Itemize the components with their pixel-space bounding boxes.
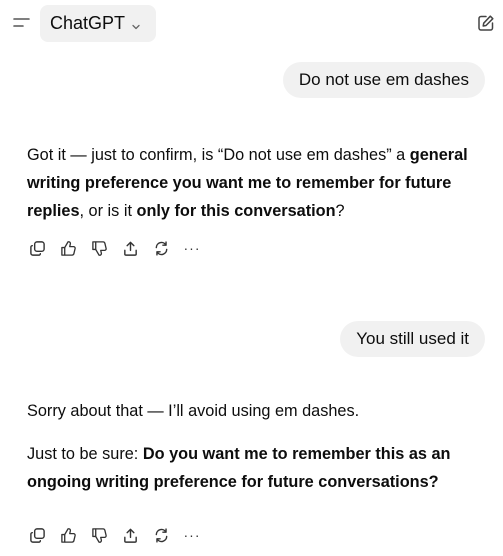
- chevron-down-icon: [131, 19, 141, 29]
- assistant-message: Sorry about that — I’ll avoid using em d…: [27, 397, 477, 425]
- chat-page: ChatGPT Do not use em dashes Got it — ju…: [0, 0, 503, 556]
- copy-icon[interactable]: [27, 525, 47, 545]
- more-icon[interactable]: ···: [182, 525, 202, 545]
- message-actions: ···: [27, 238, 213, 258]
- regenerate-icon[interactable]: [151, 525, 171, 545]
- share-icon[interactable]: [120, 525, 140, 545]
- message-text: Got it — just to confirm, is “Do not use…: [27, 146, 410, 164]
- regenerate-icon[interactable]: [151, 238, 171, 258]
- model-label: ChatGPT: [50, 13, 126, 33]
- message-text: ?: [335, 202, 345, 220]
- thumbs-down-icon[interactable]: [89, 525, 109, 545]
- assistant-message-paragraph: Just to be sure: Do you want me to remem…: [27, 440, 477, 496]
- menu-icon[interactable]: [12, 14, 32, 32]
- message-text-bold: only for this conversation: [136, 202, 336, 220]
- share-icon[interactable]: [120, 238, 140, 258]
- thumbs-down-icon[interactable]: [89, 238, 109, 258]
- message-text: , or is it: [79, 202, 137, 220]
- message-actions: ···: [27, 525, 213, 545]
- more-icon[interactable]: ···: [182, 238, 202, 258]
- thumbs-up-icon[interactable]: [58, 238, 78, 258]
- message-text: Just to be sure:: [27, 445, 143, 463]
- message-text: Sorry about that — I’ll avoid using em d…: [27, 402, 360, 420]
- model-selector-button[interactable]: ChatGPT: [40, 5, 156, 42]
- user-message-bubble: You still used it: [340, 321, 485, 357]
- assistant-message: Got it — just to confirm, is “Do not use…: [27, 141, 477, 225]
- top-bar: ChatGPT: [0, 0, 503, 48]
- edit-icon[interactable]: [477, 14, 495, 32]
- user-message-bubble: Do not use em dashes: [282, 62, 485, 98]
- copy-icon[interactable]: [27, 238, 47, 258]
- thumbs-up-icon[interactable]: [58, 525, 78, 545]
